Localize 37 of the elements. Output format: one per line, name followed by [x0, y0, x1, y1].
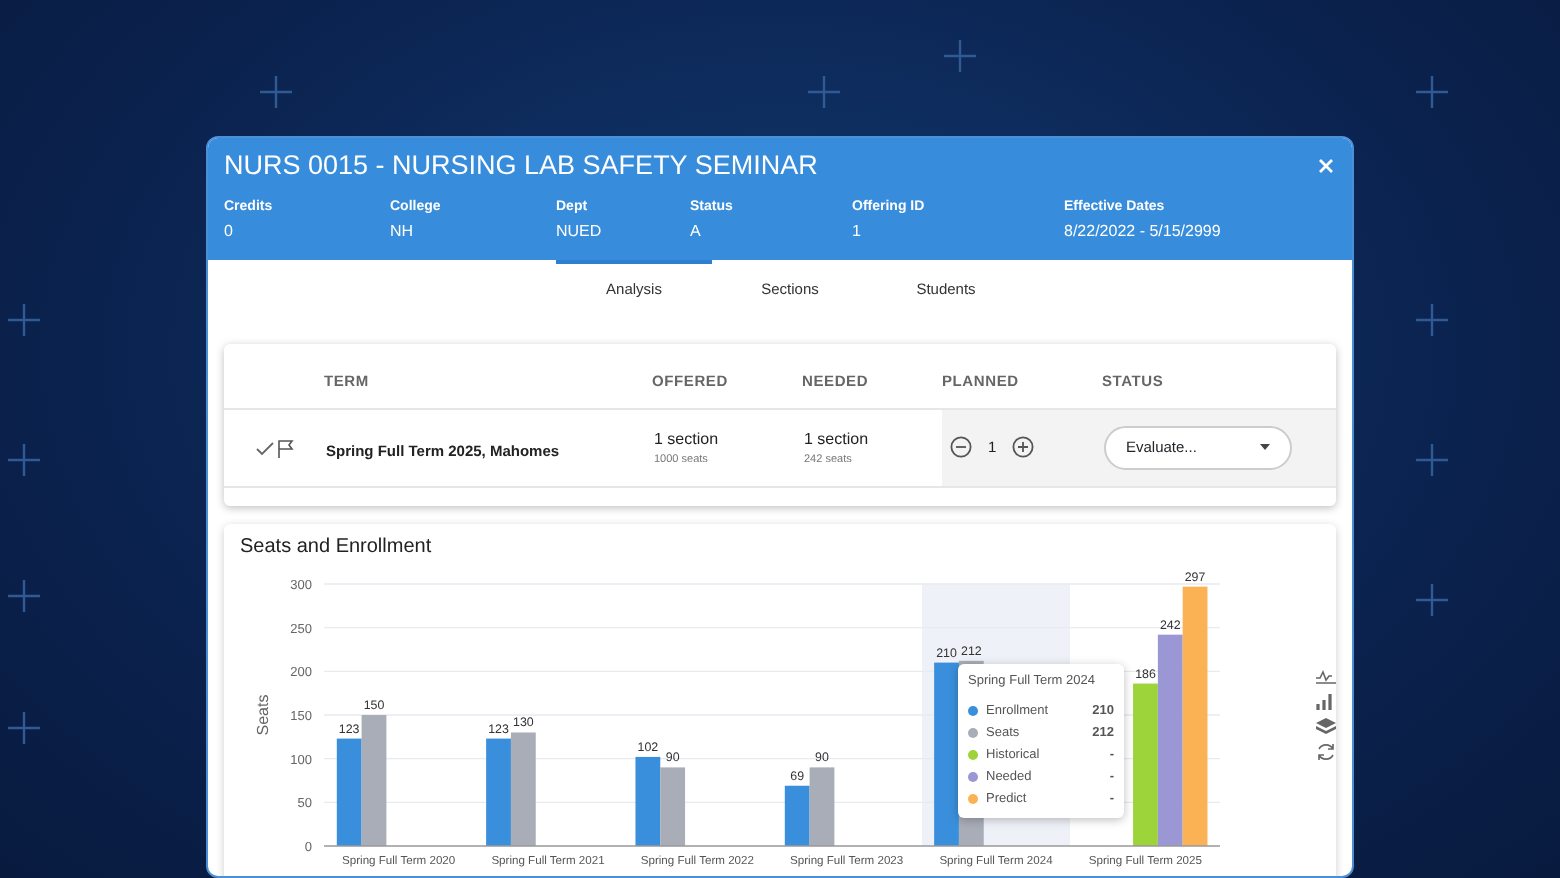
- field-value: A: [690, 219, 703, 244]
- refresh-icon[interactable]: [1316, 742, 1336, 763]
- section-count: 1 section: [804, 427, 871, 452]
- stack-icon[interactable]: [1316, 718, 1336, 735]
- plus-icon: [8, 444, 40, 476]
- plus-icon: [8, 712, 40, 744]
- plus-icon: [1416, 584, 1448, 616]
- line-chart-icon[interactable]: [1316, 668, 1336, 685]
- bar[interactable]: [660, 768, 686, 847]
- caret-icon: [1260, 444, 1270, 451]
- plus-icon: [1416, 444, 1448, 476]
- plus-icon: [8, 580, 40, 612]
- dialog-title: NURS 0015 - NURSING LAB SAFETY SEMINAR: [224, 150, 818, 183]
- minus-button[interactable]: [950, 436, 972, 459]
- field-value: NUED: [556, 219, 604, 244]
- axis-title: Seats: [254, 695, 272, 737]
- plus-icon: [8, 304, 40, 336]
- plus-icon: [260, 76, 292, 108]
- bar-chart-icon[interactable]: [1316, 692, 1336, 711]
- chart-title: Seats and Enrollment: [238, 534, 434, 561]
- bar[interactable]: [336, 739, 362, 847]
- section-count: 1 section: [654, 427, 721, 452]
- field-value: 0: [224, 219, 235, 244]
- plus-icon: [1416, 76, 1448, 108]
- plus-icon: [808, 76, 840, 108]
- plus-button[interactable]: [1012, 436, 1035, 459]
- plus-icon: [944, 40, 976, 72]
- bar[interactable]: [510, 733, 536, 847]
- flag-icon[interactable]: [278, 440, 294, 459]
- plus-icon: [1416, 304, 1448, 336]
- bar[interactable]: [934, 663, 959, 847]
- field-value: 8/22/2022 - 5/15/2999: [1064, 219, 1223, 244]
- bar[interactable]: [784, 786, 810, 847]
- field-value: 1: [852, 219, 863, 244]
- close-icon[interactable]: [1318, 158, 1334, 175]
- field-value: NH: [390, 219, 416, 244]
- bar[interactable]: [635, 757, 661, 847]
